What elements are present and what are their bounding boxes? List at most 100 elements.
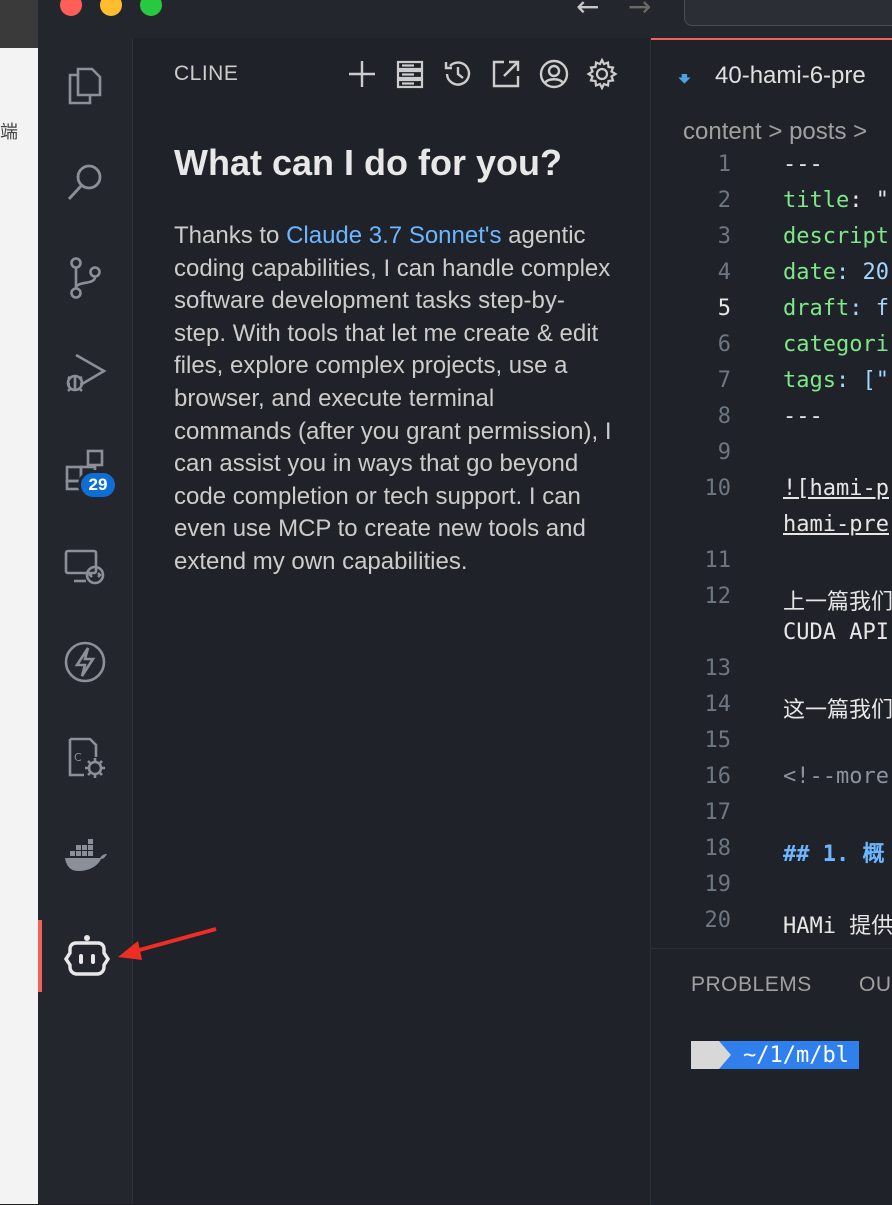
cpp-gear-icon: C [68,737,105,778]
line-number: 7 [717,368,731,393]
activity-run-debug[interactable] [38,336,132,408]
tab-output[interactable]: OU [859,973,892,997]
settings-button[interactable] [584,56,620,92]
activity-explorer[interactable] [38,50,132,122]
background-app-edge: 端 [0,0,40,1204]
activity-bar: 29 C [38,38,133,1204]
remote-explorer-icon [64,549,105,585]
markdown-download-icon: 🠻 [677,65,692,93]
line-number: 1 [717,152,731,177]
line-number: 8 [717,404,731,429]
lightning-icon [64,641,106,683]
terminal-prompt[interactable]: ~/1/m/bl [691,1041,859,1069]
line-number: 18 [704,836,732,861]
background-app-text: 端 [0,122,18,143]
line-number: 12 [704,584,732,609]
line-text: date: 20 [783,260,889,285]
yaml-value: : 20 [835,260,889,285]
yaml-key: draft [783,296,850,321]
files-icon [68,67,102,105]
activity-search[interactable] [38,146,132,218]
code-line: 17 [651,800,892,836]
code-line: 1 --- [651,152,892,188]
source-control-icon [70,257,101,299]
back-arrow-icon[interactable]: ← [576,0,599,23]
welcome-heading: What can I do for you? [174,142,562,183]
mcp-servers-button[interactable] [392,56,428,92]
annotation-arrow-icon [118,927,217,960]
server-icon [396,60,424,89]
code-line: 13 [651,656,892,692]
history-button[interactable] [440,56,476,92]
line-text: draft: f [783,296,889,321]
command-center-search[interactable] [684,0,892,26]
terminal-prompt-os-segment [691,1041,719,1069]
code-line-wrap: hami-pre [651,512,892,548]
code-line: 9 [651,440,892,476]
line-text-wrapped: CUDA API [783,620,889,645]
tab-problems[interactable]: PROBLEMS [691,973,812,997]
bottom-panel: PROBLEMS OU ~/1/m/bl [650,948,892,1205]
line-number-current: 5 [717,296,731,321]
code-line: 3 descript [651,224,892,260]
run-debug-icon [66,353,107,392]
welcome-body-prefix: Thanks to [174,222,287,249]
new-task-button[interactable] [344,56,380,92]
line-number: 14 [704,692,732,717]
docker-icon [65,839,107,871]
line-number: 13 [704,656,732,681]
code-line: 15 [651,728,892,764]
popout-button[interactable] [488,56,524,92]
prompt-separator-icon [719,1041,731,1069]
code-line: 19 [651,872,892,908]
line-number: 9 [717,440,731,465]
code-line: 6 categori [651,332,892,368]
minimize-window-button[interactable] [100,0,122,16]
line-text: HAMi 提供 [783,914,892,939]
line-text: descript [783,224,889,249]
code-line-wrap: CUDA API [651,620,892,656]
editor-tab[interactable]: 🠻 40-hami-6-pre [651,38,892,110]
model-link[interactable]: Claude 3.7 Sonnet's [286,222,501,249]
zoom-window-button[interactable] [140,0,162,16]
activity-cpp-config[interactable]: C [38,722,132,794]
line-text: 这一篇我们 [783,698,892,723]
breadcrumb[interactable]: content > posts > [683,118,867,146]
code-line: 20 HAMi 提供 [651,908,892,944]
code-line: 2 title: " [651,188,892,224]
line-text: ## 1. 概 [783,842,885,867]
line-number: 19 [704,872,732,897]
editor-area: 🠻 40-hami-6-pre content > posts > 1 --- 2… [650,38,892,948]
line-text: 上一篇我们 [783,590,892,615]
title-bar: ← → [38,0,892,38]
code-line: 10 ![hami-p [651,476,892,512]
line-number: 6 [717,332,731,357]
line-number: 11 [704,548,732,573]
line-number: 17 [704,800,732,825]
account-button[interactable] [536,56,572,92]
activity-thunder[interactable] [38,626,132,698]
line-text: --- [783,152,823,177]
line-text: ![hami-p [783,476,889,501]
cline-robot-icon [64,935,110,976]
line-text-wrapped: hami-pre [783,512,889,537]
activity-extensions[interactable]: 29 [38,434,132,506]
code-line: 8 --- [651,404,892,440]
code-line: 4 date: 20 [651,260,892,296]
cline-panel-header: CLINE [133,38,650,110]
code-line: 11 [651,548,892,584]
line-text: <!--more [783,764,889,789]
search-icon [67,164,102,200]
history-icon [444,61,471,86]
welcome-body-suffix: agentic coding capabilities, I can handl… [174,222,612,575]
settings-icon [586,58,618,90]
forward-arrow-icon[interactable]: → [628,0,651,23]
activity-remote-explorer[interactable] [38,530,132,602]
close-window-button[interactable] [60,0,82,16]
activity-source-control[interactable] [38,242,132,314]
account-icon [539,59,569,89]
line-text: title: " [783,188,889,213]
activity-docker[interactable] [38,818,132,890]
line-number: 4 [717,260,731,285]
editor-tab-label: 40-hami-6-pre [715,62,866,89]
